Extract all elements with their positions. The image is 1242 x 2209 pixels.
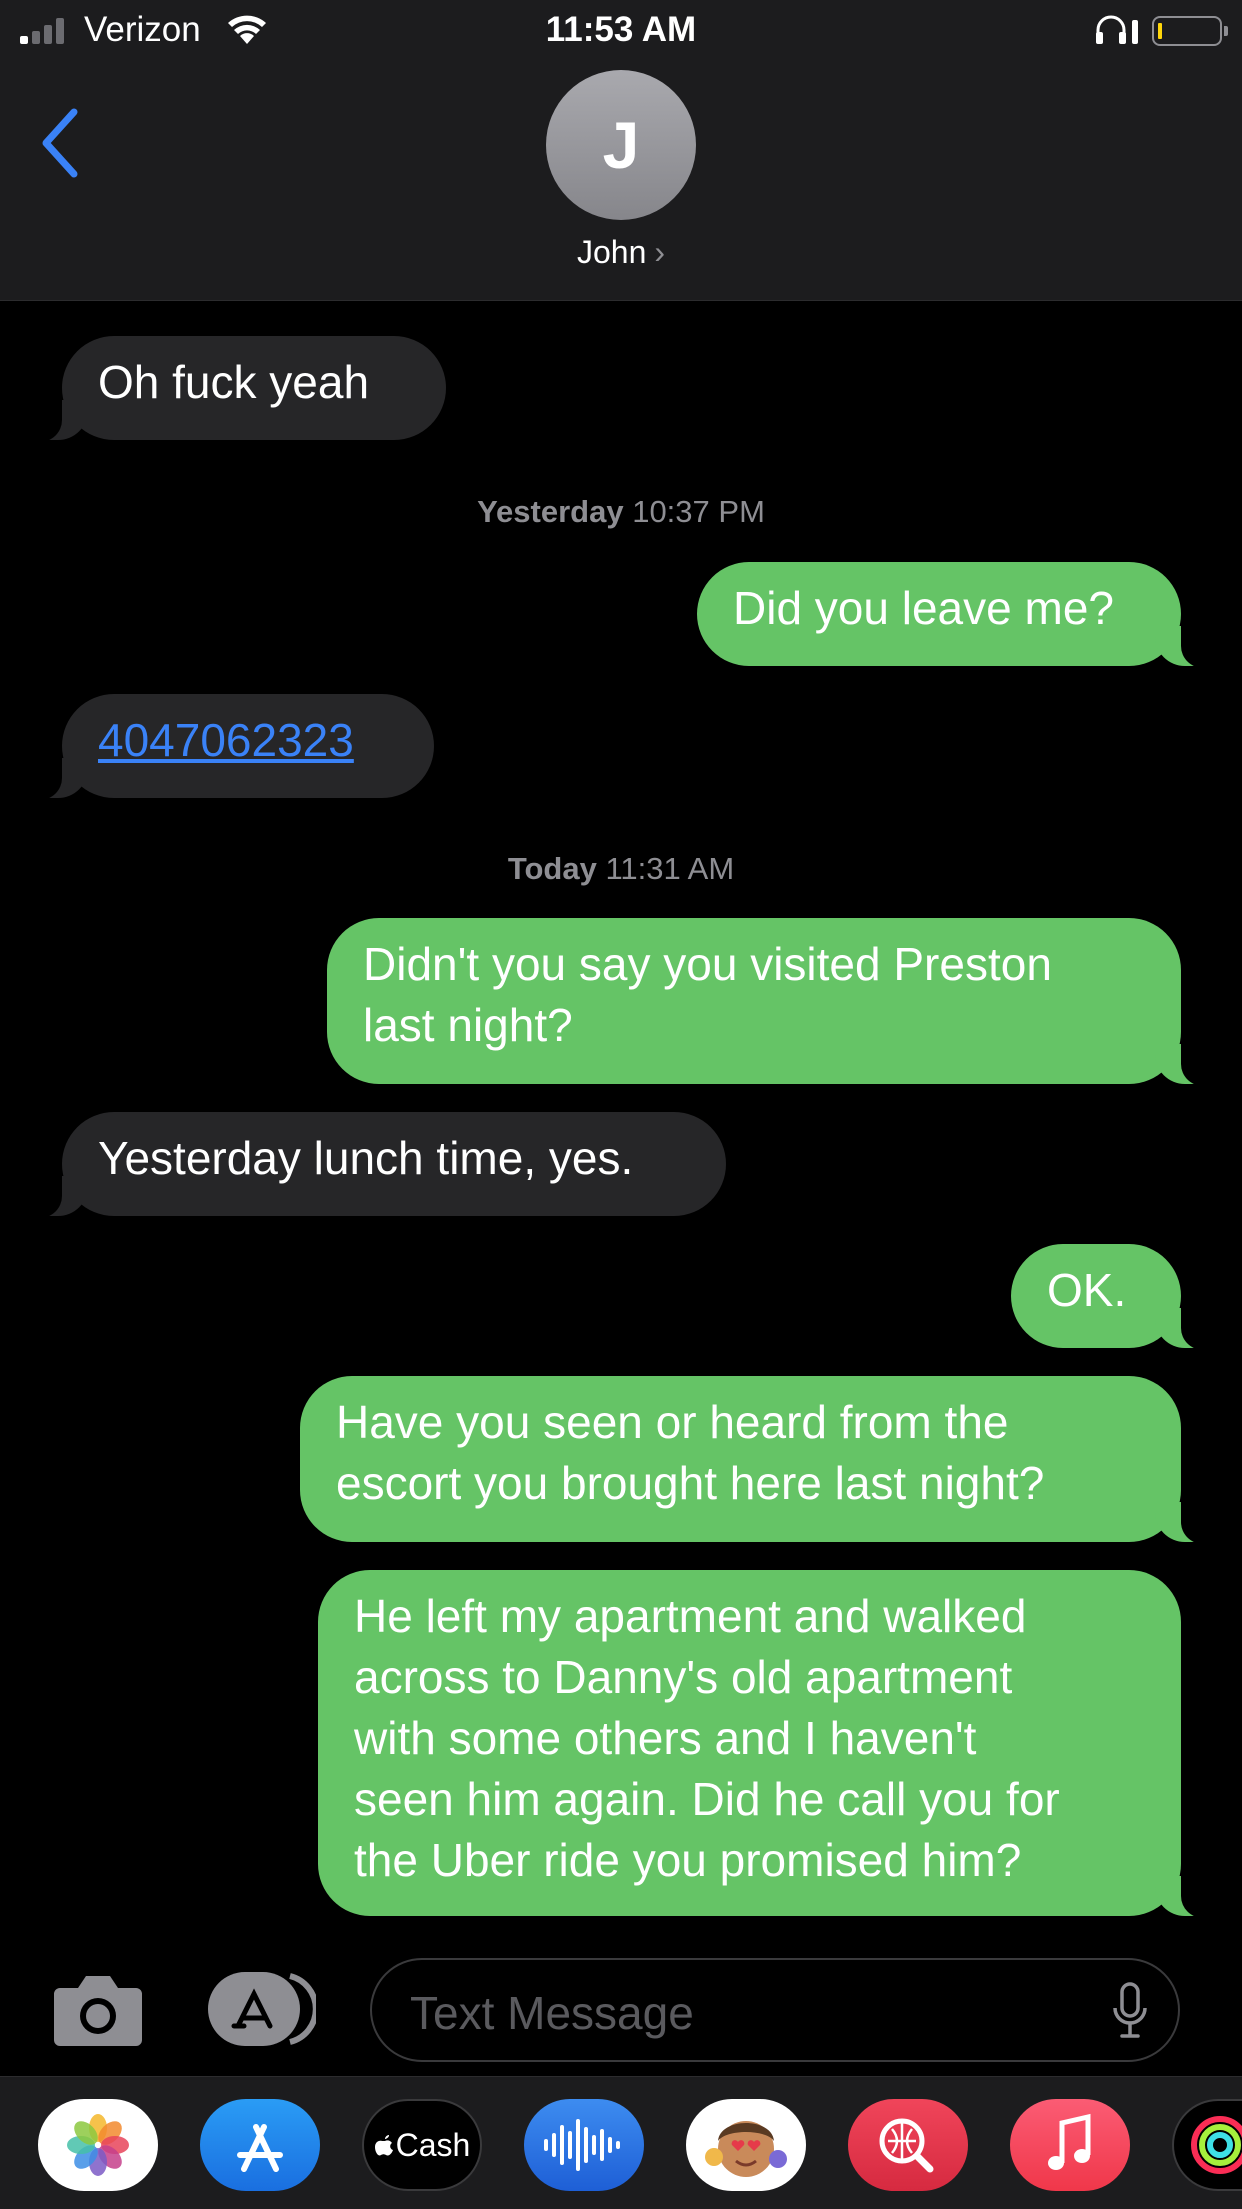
photos-flower-icon <box>67 2114 129 2176</box>
apple-cash-app-icon[interactable]: Cash <box>362 2099 482 2191</box>
message-line: Didn't you say you visited Preston <box>363 938 1052 990</box>
waveform-icon <box>544 2119 620 2171</box>
apple-logo-icon <box>374 2135 393 2156</box>
conversation-header: Verizon 11:53 AM J John › <box>0 0 1242 301</box>
message-line: across to Danny's old apartment <box>354 1651 1013 1703</box>
music-app-icon[interactable] <box>1010 2099 1130 2191</box>
image-search-app-icon[interactable] <box>848 2099 968 2191</box>
message-line: Have you seen or heard from the <box>336 1396 1009 1448</box>
activity-app-icon[interactable] <box>1172 2099 1242 2191</box>
incoming-message[interactable]: 4047062323 <box>32 694 434 800</box>
message-line: with some others and I haven't <box>354 1712 977 1764</box>
timestamp: Yesterday 10:37 PM <box>0 494 1242 530</box>
status-bar: Verizon 11:53 AM <box>0 0 1242 62</box>
music-note-icon <box>1048 2113 1091 2170</box>
message-line: seen him again. Did he call you for <box>354 1773 1060 1825</box>
timestamp: Today 11:31 AM <box>0 851 1242 887</box>
message-text: Oh fuck yeah <box>98 356 370 408</box>
back-chevron-icon[interactable] <box>40 108 82 178</box>
outgoing-message[interactable]: Did you leave me? <box>697 562 1211 668</box>
contact-name: John <box>576 234 647 270</box>
app-drawer: Cash <box>0 2076 1242 2209</box>
outgoing-message[interactable]: Didn't you say you visited Preston last … <box>327 918 1211 1086</box>
memoji-app-icon[interactable] <box>686 2099 806 2191</box>
message-text: Did you leave me? <box>733 582 1114 634</box>
search-globe-icon <box>879 2118 934 2173</box>
chevron-right-icon: › <box>654 234 666 270</box>
app-store-app-icon[interactable] <box>200 2099 320 2191</box>
outgoing-message[interactable]: OK. <box>1011 1244 1211 1350</box>
apps-button[interactable] <box>208 1972 316 2046</box>
contact-name-button[interactable]: John › <box>0 234 1242 271</box>
camera-icon[interactable] <box>52 1970 144 2048</box>
incoming-message[interactable]: Yesterday lunch time, yes. <box>32 1112 726 1218</box>
message-line: escort you brought here last night? <box>336 1457 1045 1509</box>
timestamp-time: 10:37 PM <box>632 494 765 529</box>
timestamp-time: 11:31 AM <box>605 851 735 886</box>
cash-label: Cash <box>395 2126 471 2163</box>
app-store-icon <box>237 2124 283 2172</box>
audio-message-app-icon[interactable] <box>524 2099 644 2191</box>
timestamp-day: Today <box>507 851 597 886</box>
message-text: OK. <box>1047 1264 1127 1316</box>
timestamp-day: Yesterday <box>477 494 624 529</box>
message-text: Yesterday lunch time, yes. <box>98 1132 634 1184</box>
text-message-input[interactable]: Text Message <box>370 1958 1180 2062</box>
message-line: last night? <box>363 999 573 1051</box>
battery-icon <box>1152 16 1228 46</box>
message-line: the Uber ride you promised him? <box>354 1834 1022 1886</box>
outgoing-message[interactable]: He left my apartment and walked across t… <box>318 1570 1211 1918</box>
microphone-icon[interactable] <box>1112 1982 1148 2040</box>
memoji-face-icon <box>705 2121 787 2177</box>
outgoing-message[interactable]: Have you seen or heard from the escort y… <box>300 1376 1211 1544</box>
contact-avatar[interactable]: J <box>546 70 696 220</box>
incoming-message[interactable]: Oh fuck yeah <box>32 336 446 442</box>
status-time: 11:53 AM <box>545 10 697 49</box>
headphones-icon <box>1096 15 1138 44</box>
phone-number-link[interactable]: 4047062323 <box>98 714 354 766</box>
photos-app-icon[interactable] <box>38 2099 158 2191</box>
message-line: He left my apartment and walked <box>354 1590 1027 1642</box>
activity-rings-icon <box>1191 2116 1242 2174</box>
input-placeholder: Text Message <box>410 1987 694 2039</box>
